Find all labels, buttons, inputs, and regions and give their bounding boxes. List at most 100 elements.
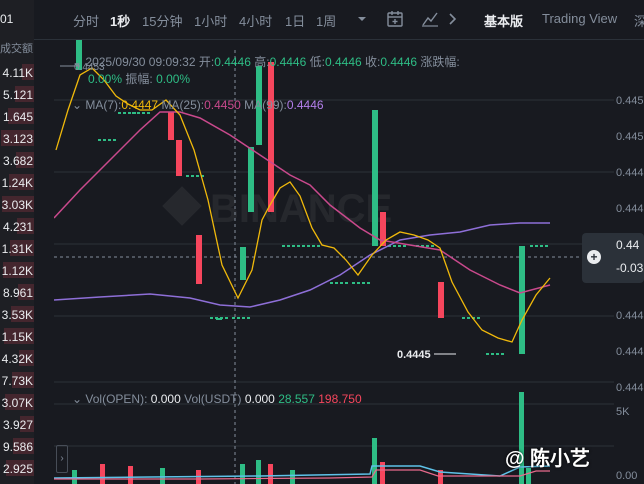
view-basic-tab[interactable]: 基本版 [484,11,523,30]
candle [240,247,246,280]
volume-bar [240,464,245,484]
ma99-line [54,222,550,308]
crosshair-change: -0.03 [616,261,644,275]
trade-row: 7.73K [0,370,34,390]
price-tick: 0.445 [616,95,644,107]
trade-row: 4.231 [0,216,34,236]
candle [248,147,254,212]
candle [176,140,182,176]
trade-row: 4.32K [0,348,34,368]
price-tick: 0.444 [616,167,644,179]
trade-row: 3.03K [0,194,34,214]
trade-amount: 3.123 [2,132,33,146]
volume-tick-5k: 5K [616,406,630,418]
view-tradingview-tab[interactable]: Trading View [542,11,617,26]
ma25-value: 0.4450 [204,98,241,112]
trade-amount: 7.73K [1,374,33,388]
volume-bar [128,466,133,484]
interval-1w[interactable]: 1周 [316,11,336,30]
trade-amount: 1.15K [1,330,33,344]
vol-ma1-value: 28.557 [278,392,315,406]
candle [519,246,525,354]
volume-bar [256,460,261,484]
candle [196,235,202,284]
volume-bar [100,464,105,484]
interval-1s[interactable]: 1秒 [110,11,130,30]
open-value: 0.4446 [214,55,251,69]
candle [168,112,174,140]
change-value: 0.00% [88,72,123,86]
amount-header: 成交额 [0,43,33,55]
ma-legend: ⌄ MA(7):0.4447 MA(25):0.4450 MA(99):0.44… [72,98,324,112]
trade-row: 1.31K [0,238,34,258]
trade-amount: 3.07K [1,396,33,410]
price-tick: 0.445 [616,131,644,143]
trade-amount: 9.586 [2,440,33,454]
trade-amount: 1.31K [1,242,33,256]
collapse-legend-icon[interactable]: ⌄ [72,55,85,69]
trade-row: 3.927 [0,414,34,434]
trade-amount: 3.927 [2,418,33,432]
trade-amount: 4.231 [2,220,33,234]
high-value: 0.4446 [269,55,307,69]
trade-amount: 3.53K [1,308,33,322]
candle [438,282,444,318]
interval-1h[interactable]: 1小时 [194,11,227,30]
vol-open-value: 0.000 [150,392,181,406]
flat-candles [98,112,548,355]
crosshair-price-tag[interactable]: + 0.44 -0.03 [582,233,644,283]
trade-row: 5.121 [0,84,34,104]
chart-type-icon[interactable] [420,9,440,29]
interval-line[interactable]: 分时 [73,11,99,30]
interval-15m[interactable]: 15分钟 [142,11,182,30]
add-alert-icon[interactable]: + [587,250,601,264]
amplitude-value: 0.00% [156,72,191,86]
ma7-value: 0.4447 [121,98,159,112]
trade-amount: 3.682 [2,154,33,168]
candle-datetime: 2025/09/30 09:09:32 [85,55,196,69]
chart-toolbar: 分时 1秒 15分钟 1小时 4小时 1日 1周 基本版 Trading Vie… [34,0,644,40]
volume-legend: ⌄ Vol(OPEN): 0.000 Vol(USDT) 0.000 28.55… [72,392,362,406]
volume-bar [372,438,377,484]
expand-panel-icon[interactable]: › [56,445,68,473]
view-depth-tab[interactable]: 深 [634,11,644,30]
trade-amount: 4.32K [1,352,33,366]
ma99-value: 0.4446 [286,98,324,112]
user-watermark: @ 陈小艺 [505,448,591,470]
interval-4h[interactable]: 4小时 [239,11,272,30]
volume-bar [290,470,295,484]
trade-amount: 5.121 [2,88,33,102]
volume-tick-0: 0.00 [616,470,638,482]
trade-amount: 1.645 [2,110,33,124]
volume-bar [268,464,273,484]
low-value: 0.4446 [324,55,362,69]
ohlc-legend: ⌄ 2025/09/30 09:09:32 开:0.4446 高:0.4446 … [72,55,460,69]
more-intervals-icon[interactable] [352,9,372,29]
trade-row: 4.11K [0,62,34,82]
panel-title: 01 [0,12,14,26]
crosshair-price: 0.44 [616,238,640,252]
volume-bar [160,468,165,484]
indicator-settings-icon[interactable] [385,9,405,29]
price-tick: 0.444 [616,346,644,358]
trade-amount: 1.12K [1,264,33,278]
price-tick: 0.444 [616,203,644,215]
chevron-right-icon[interactable] [442,9,462,29]
trade-row: 9.586 [0,436,34,456]
trade-amount: 4.11K [2,66,33,80]
volume-bar [72,470,77,484]
price-tick: 0.444 [616,382,644,394]
interval-1d[interactable]: 1日 [285,11,305,30]
trade-row: 8.961 [0,282,34,302]
trade-row: 1.12K [0,260,34,280]
trade-amount: 1.24K [1,176,33,190]
low-price-mark: 0.4445 [397,349,431,361]
close-value: 0.4446 [380,55,418,69]
price-tick: 0.444 [616,310,644,322]
vol-usdt-value: 0.000 [244,392,275,406]
vol-ma2-value: 198.750 [318,392,362,406]
trade-amount: 8.961 [2,286,33,300]
trade-row: 1.645 [0,106,34,126]
trade-row: 1.15K [0,326,34,346]
trade-row: 3.123 [0,128,34,148]
